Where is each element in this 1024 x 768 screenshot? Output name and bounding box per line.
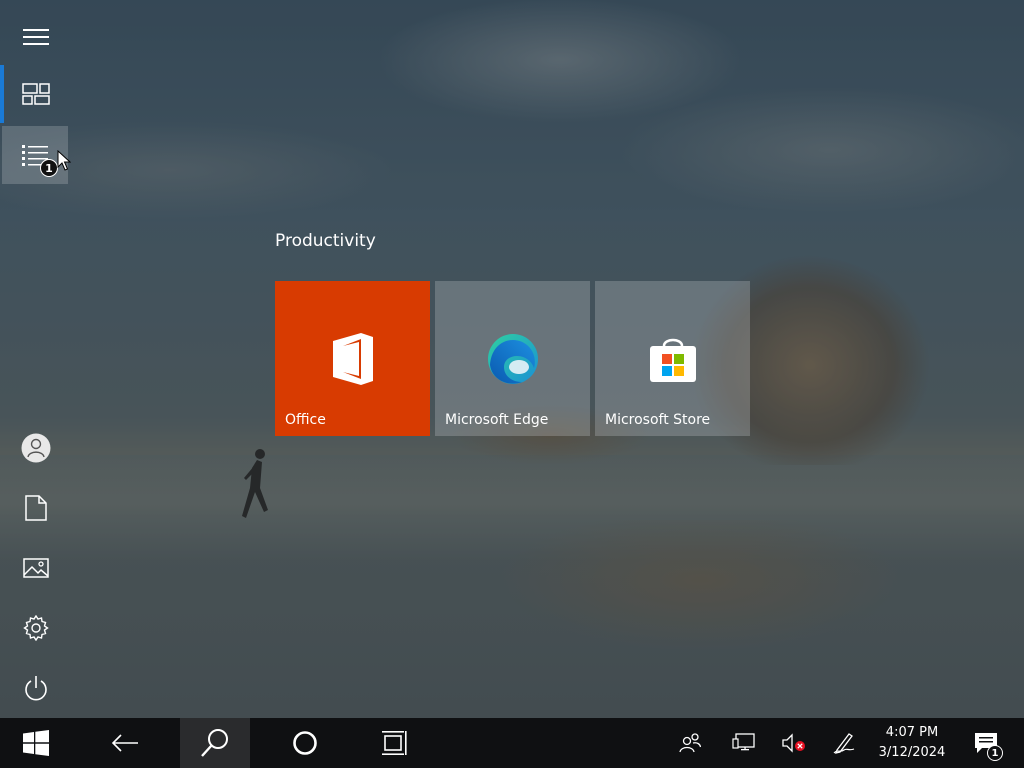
rail-pictures-button[interactable] — [0, 539, 72, 597]
search-icon — [201, 729, 228, 757]
clock-time: 4:07 PM — [885, 725, 939, 740]
start-button[interactable] — [0, 718, 72, 768]
tile-microsoft-edge[interactable]: Microsoft Edge — [435, 281, 590, 436]
back-arrow-icon — [111, 734, 138, 752]
tile-group-title[interactable]: Productivity — [275, 231, 376, 251]
user-icon — [21, 433, 51, 463]
rail-user-button[interactable] — [0, 419, 72, 477]
volume-muted-icon — [782, 733, 805, 753]
rail-documents-button[interactable] — [0, 479, 72, 537]
taskbar: 4:07 PM 3/12/2024 1 — [0, 718, 1024, 768]
rail-pinned-tiles-button[interactable] — [0, 65, 72, 123]
tile-office-label: Office — [285, 412, 326, 428]
back-button[interactable] — [90, 718, 160, 768]
office-icon — [332, 333, 373, 385]
all-apps-badge: 1 — [40, 159, 58, 177]
tile-microsoft-edge-label: Microsoft Edge — [445, 412, 549, 428]
rail-settings-button[interactable] — [0, 599, 72, 657]
pictures-icon — [23, 558, 49, 578]
people-button[interactable] — [670, 718, 710, 768]
cortana-icon — [293, 731, 317, 755]
cortana-button[interactable] — [270, 718, 340, 768]
tile-office[interactable]: Office — [275, 281, 430, 436]
network-icon — [732, 733, 755, 751]
clock-date: 3/12/2024 — [878, 745, 946, 760]
desktop-screen: 1 Productivity Office Microsoft Edge Mic… — [0, 0, 1024, 768]
pen-icon — [833, 733, 855, 754]
tile-microsoft-store[interactable]: Microsoft Store — [595, 281, 750, 436]
task-view-button[interactable] — [360, 718, 430, 768]
store-icon — [649, 338, 696, 382]
volume-button[interactable] — [774, 718, 814, 768]
action-center-badge: 1 — [987, 745, 1003, 761]
mouse-cursor-icon — [57, 150, 71, 171]
taskbar-clock[interactable]: 4:07 PM 3/12/2024 — [868, 718, 956, 768]
documents-icon — [25, 495, 47, 521]
power-icon — [25, 676, 47, 701]
action-center-button[interactable] — [964, 718, 1008, 768]
network-button[interactable] — [724, 718, 764, 768]
rail-expand-button[interactable] — [0, 8, 72, 66]
pen-workspace-button[interactable] — [824, 718, 864, 768]
edge-icon — [487, 334, 538, 384]
tile-microsoft-store-label: Microsoft Store — [605, 412, 711, 428]
start-rail: 1 — [0, 0, 72, 718]
settings-icon — [23, 615, 49, 641]
search-button[interactable] — [180, 718, 250, 768]
tiles-icon — [22, 83, 50, 105]
task-view-icon — [382, 731, 407, 755]
windows-icon — [23, 730, 49, 756]
hamburger-icon — [23, 29, 49, 45]
rail-power-button[interactable] — [0, 659, 72, 717]
people-icon — [679, 733, 701, 753]
